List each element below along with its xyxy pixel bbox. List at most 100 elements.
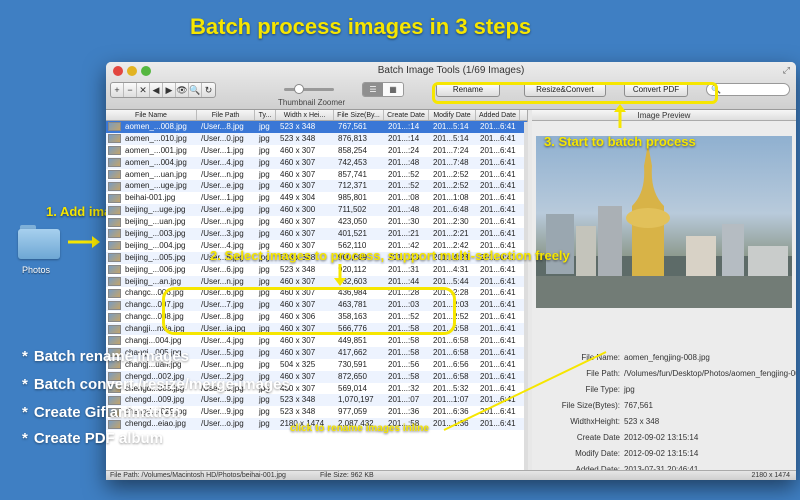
- cell-added-date: 201...6:41: [480, 324, 516, 334]
- cell-modify-date: 201...2:21: [433, 229, 469, 239]
- cell-file-path: /User...n.jpg: [201, 276, 244, 286]
- cell-dimensions: 523 x 348: [280, 122, 316, 131]
- thumbnail-zoom-slider[interactable]: [284, 84, 334, 94]
- add-icon[interactable]: +: [111, 83, 124, 97]
- cell-file-name[interactable]: aomen_...uge.jpg: [123, 180, 199, 192]
- slider-knob[interactable]: [294, 84, 304, 94]
- cell-file-path: /User...n.jpg: [201, 169, 244, 179]
- cell-create-date: 201...:44: [388, 276, 420, 286]
- cell-file-size: 423,050: [338, 217, 367, 227]
- col-file-path[interactable]: File Path: [197, 110, 255, 120]
- cell-create-date: 201...:30: [388, 217, 420, 227]
- thumbnail-image: [108, 419, 121, 429]
- cell-file-name[interactable]: changj...004.jpg: [123, 335, 199, 347]
- cell-file-name[interactable]: beijing_...006.jpg: [123, 264, 199, 276]
- cell-added-date: 201...6:41: [480, 169, 516, 179]
- col-added-date[interactable]: Added Date: [476, 110, 520, 120]
- cell-type: jpg: [259, 276, 270, 286]
- thumbnail-image: [108, 324, 121, 334]
- table-row[interactable]: beihai-001.jpg/User...1.jpg jpg 449 x 304 9…: [106, 192, 527, 204]
- list-view-icon[interactable]: ☰: [363, 83, 383, 96]
- table-row[interactable]: changj...004.jpg/User...4.jpg jpg 460 x 30…: [106, 335, 527, 347]
- col-modify-date[interactable]: Modify Date: [429, 110, 476, 120]
- cell-file-name[interactable]: aomen_...uan.jpg: [123, 169, 199, 181]
- cell-file-name[interactable]: beijing_...004.jpg: [123, 240, 199, 252]
- cell-file-name[interactable]: beihai-001.jpg: [123, 192, 199, 204]
- clear-icon[interactable]: ✕: [137, 83, 150, 97]
- table-row[interactable]: aomen_...008.jpg/User...8.jpg jpg 523 x 34…: [106, 121, 527, 133]
- cell-file-size: 985,801: [338, 193, 367, 203]
- col-type[interactable]: Ty...: [255, 110, 276, 120]
- cell-file-name[interactable]: aomen_...010.jpg: [123, 133, 199, 145]
- previous-icon[interactable]: ◀: [150, 83, 163, 97]
- cell-create-date: 201...:52: [388, 181, 420, 191]
- table-row[interactable]: aomen_...010.jpg/User...0.jpg jpg 523 x 34…: [106, 132, 527, 145]
- metadata-key: Modify Date:: [575, 449, 620, 458]
- cell-file-name[interactable]: beijing_...an.jpg: [123, 276, 199, 288]
- cell-create-date: 201...:07: [388, 395, 420, 405]
- eye-icon[interactable]: 👁: [176, 83, 189, 97]
- table-row[interactable]: beijing_...003.jpg/User...3.jpg jpg 460 x …: [106, 228, 527, 240]
- col-create-date[interactable]: Create Date: [384, 110, 429, 120]
- cell-type: jpg: [259, 122, 270, 131]
- cell-file-path: /User...5.jpg: [201, 347, 244, 357]
- cell-type: jpg: [259, 395, 270, 405]
- cell-create-date: 201...:58: [388, 336, 420, 346]
- fullscreen-icon[interactable]: ⤢: [783, 65, 790, 76]
- table-row[interactable]: aomen_...001.jpg/User...1.jpg jpg 460 x 30…: [106, 145, 527, 157]
- cell-create-date: 201...:14: [388, 133, 420, 143]
- cell-type: jpg: [259, 145, 270, 155]
- cell-modify-date: 201...2:30: [433, 217, 469, 227]
- cell-added-date: 201...6:41: [480, 288, 516, 298]
- cell-file-size: 401,521: [338, 229, 367, 239]
- metadata-value: 2012-09-02 13:15:14: [624, 449, 699, 458]
- cell-file-name[interactable]: aomen_...004.jpg: [123, 157, 199, 169]
- col-dimensions[interactable]: Width x Hei...: [276, 110, 334, 120]
- table-row[interactable]: aomen_...004.jpg/User...4.jpg jpg 460 x 30…: [106, 156, 527, 169]
- table-row[interactable]: beijing_...uan.jpg/User...n.jpg jpg 460 x …: [106, 216, 527, 228]
- cell-file-path: /User...4.jpg: [201, 157, 244, 167]
- table-row[interactable]: beijing_...006.jpg/User...6.jpg jpg 523 x …: [106, 264, 527, 276]
- cell-dimensions: 523 x 348: [280, 133, 316, 143]
- cell-file-name[interactable]: beijing_...uge.jpg: [123, 204, 199, 216]
- cell-file-path: /User...3.jpg: [201, 229, 244, 239]
- folder-icon[interactable]: [18, 225, 60, 259]
- table-row[interactable]: beijing_...an.jpg/User...n.jpg jpg 460 x 3…: [106, 275, 527, 288]
- cell-file-name[interactable]: aomen_...008.jpg: [123, 121, 199, 133]
- table-row[interactable]: aomen_...uan.jpg/User...n.jpg jpg 460 x 30…: [106, 169, 527, 181]
- search-icon[interactable]: 🔍: [189, 83, 202, 97]
- cell-type: jpg: [259, 157, 270, 167]
- cell-file-name[interactable]: beijing_...005.jpg: [123, 252, 199, 264]
- cell-dimensions: 523 x 348: [280, 395, 316, 405]
- table-row[interactable]: beijing_...uge.jpg/User...e.jpg jpg 460 x …: [106, 204, 527, 217]
- cell-dimensions: 460 x 300: [280, 205, 316, 215]
- cell-file-path: /User...o.jpg: [201, 419, 244, 429]
- status-path: File Path: /Volumes/Macintosh HD/Photos/…: [110, 472, 286, 479]
- thumbnail-image: [108, 300, 121, 310]
- cell-added-date: 201...6:41: [480, 300, 516, 310]
- cell-file-size: 1,070,197: [338, 395, 374, 405]
- remove-icon[interactable]: −: [124, 83, 137, 97]
- folder-label[interactable]: Photos: [22, 265, 50, 275]
- refresh-icon[interactable]: ↻: [202, 83, 215, 97]
- cell-file-size: 858,254: [338, 145, 367, 155]
- search-input[interactable]: 🔍: [706, 83, 790, 96]
- grid-view-icon[interactable]: ▦: [383, 83, 403, 96]
- cell-file-name[interactable]: aomen_...001.jpg: [123, 145, 199, 157]
- cell-added-date: 201...6:41: [480, 122, 516, 131]
- promo-title: Batch process images in 3 steps: [190, 14, 532, 39]
- cell-added-date: 201...6:41: [480, 193, 516, 203]
- table-row[interactable]: aomen_...uge.jpg/User...e.jpg jpg 460 x 30…: [106, 180, 527, 193]
- col-file-name[interactable]: File Name: [106, 110, 197, 120]
- metadata-key: Create Date: [576, 433, 620, 442]
- cell-file-name[interactable]: beijing_...003.jpg: [123, 228, 199, 240]
- cell-added-date: 201...6:41: [480, 145, 516, 155]
- metadata-value: 523 x 348: [624, 417, 660, 426]
- next-icon[interactable]: ▶: [163, 83, 176, 97]
- cell-file-size: 569,014: [338, 383, 367, 393]
- cell-create-date: 201...:08: [388, 193, 420, 203]
- col-file-size[interactable]: File Size(By...: [334, 110, 384, 120]
- cell-file-name[interactable]: beijing_...uan.jpg: [123, 216, 199, 228]
- cell-file-size: 742,453: [338, 157, 367, 167]
- cell-type: jpg: [259, 181, 270, 191]
